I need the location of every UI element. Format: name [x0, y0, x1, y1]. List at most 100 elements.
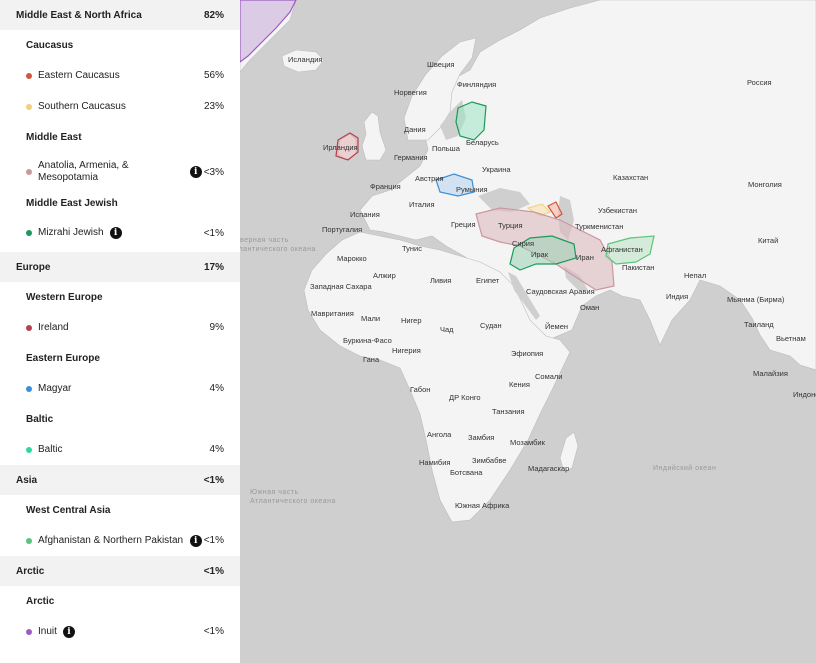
list-item-southern-caucasus[interactable]: Southern Caucasus 23% — [0, 91, 240, 122]
item-name: Magyar — [38, 382, 72, 394]
country-label: Испания — [350, 210, 380, 219]
country-label: Мавритания — [311, 309, 354, 318]
country-label: Мьянма (Бирма) — [727, 295, 785, 304]
item-percent: 9% — [209, 322, 224, 333]
country-label: Иран — [576, 253, 594, 262]
color-dot — [26, 628, 32, 635]
list-item-inuit[interactable]: Inuit i <1% — [0, 616, 240, 647]
country-label: Алжир — [373, 271, 396, 280]
country-label: Эфиопия — [511, 349, 543, 358]
country-label: Россия — [747, 78, 772, 87]
subgroup-eastern-europe: Eastern Europe — [26, 352, 100, 364]
color-dot — [26, 537, 32, 544]
country-label: Оман — [580, 303, 599, 312]
item-name: Anatolia, Armenia, & Mesopotamia — [38, 160, 129, 183]
list-item-ireland[interactable]: Ireland 9% — [0, 312, 240, 343]
country-label: Нигер — [401, 316, 422, 325]
country-label: Судан — [480, 321, 502, 330]
country-label: Замбия — [468, 433, 494, 442]
item-name: Mizrahi Jewish — [38, 227, 104, 238]
country-label: Чад — [440, 325, 454, 334]
country-label: Марокко — [337, 254, 367, 263]
country-label: Казахстан — [613, 173, 648, 182]
country-label: Западная Сахара — [310, 282, 372, 291]
ocean-label: Индийский океан — [653, 464, 716, 472]
item-percent: 23% — [203, 101, 224, 112]
region-row-asia[interactable]: Asia <1% — [0, 465, 240, 495]
country-label: Исландия — [288, 55, 322, 64]
country-label: Габон — [410, 385, 430, 394]
region-name: Arctic — [16, 565, 45, 577]
country-label: Мозамбик — [510, 438, 546, 447]
color-dot — [26, 446, 32, 453]
country-label: Норвегия — [394, 88, 427, 97]
item-percent: 56% — [203, 70, 224, 81]
item-name: Inuit — [38, 625, 57, 637]
world-map[interactable]: Исландия Швеция Финляндия Норвегия Дания… — [240, 0, 816, 663]
subgroup-caucasus: Caucasus — [26, 39, 74, 51]
country-label: Сирия — [512, 239, 534, 248]
country-label: Швеция — [427, 60, 455, 69]
country-label: Пакистан — [622, 263, 654, 272]
subgroup-baltic: Baltic — [26, 413, 54, 425]
info-icon[interactable]: i — [189, 534, 202, 547]
country-label: Германия — [394, 153, 428, 162]
country-label: Дания — [404, 125, 426, 134]
list-item-magyar[interactable]: Magyar 4% — [0, 373, 240, 404]
country-label: Китай — [758, 236, 778, 245]
country-label: Франция — [370, 182, 401, 191]
item-name: Ireland — [38, 321, 69, 333]
country-label: Индия — [666, 292, 688, 301]
country-label: Узбекистан — [598, 206, 637, 215]
country-label: Ливия — [430, 276, 451, 285]
country-label: Танзания — [492, 407, 525, 416]
country-label: Туркменистан — [575, 222, 623, 231]
list-item-anatolia[interactable]: Anatolia, Armenia, & Mesopotamia i <3% — [0, 152, 240, 192]
subgroup-arctic: Arctic — [26, 595, 55, 607]
color-dot — [26, 169, 32, 175]
item-percent: <1% — [203, 227, 224, 239]
country-label: Ангола — [427, 430, 452, 439]
list-item-baltic[interactable]: Baltic 4% — [0, 434, 240, 465]
info-icon[interactable]: i — [189, 166, 202, 178]
country-label: Таиланд — [744, 320, 774, 329]
item-name: Southern Caucasus — [38, 100, 126, 112]
country-label: Нигерия — [392, 346, 421, 355]
region-name: Middle East & North Africa — [16, 9, 142, 21]
color-dot — [26, 72, 32, 79]
country-label: Гана — [363, 355, 380, 364]
item-percent: <1% — [203, 535, 224, 546]
list-item-mizrahi-jewish[interactable]: Mizrahi Jewish i <1% — [0, 214, 240, 252]
country-label: Турция — [498, 221, 523, 230]
country-label: Монголия — [748, 180, 782, 189]
country-label: Саудовская Аравия — [526, 287, 595, 296]
country-label: Ирландия — [323, 143, 358, 152]
country-label: Намибия — [419, 458, 450, 467]
country-label: Беларусь — [466, 138, 499, 147]
country-label: Буркина-Фасо — [343, 336, 392, 345]
region-percent: 17% — [203, 261, 224, 273]
country-label: Румыния — [456, 185, 488, 194]
country-label: Тунис — [402, 244, 422, 253]
region-row-mena[interactable]: Middle East & North Africa 82% — [0, 0, 240, 30]
region-percent: 82% — [203, 9, 224, 21]
info-icon[interactable]: i — [109, 227, 122, 239]
subgroup-west-central-asia: West Central Asia — [26, 504, 111, 516]
country-label: Польша — [432, 144, 461, 153]
country-label: Сомали — [535, 372, 562, 381]
country-label: Греция — [451, 220, 476, 229]
list-item-afghanistan[interactable]: Afghanistan & Northern Pakistan i <1% — [0, 525, 240, 556]
country-label: Вьетнам — [776, 334, 806, 343]
subgroup-middle-east: Middle East — [26, 131, 82, 143]
item-name: Baltic — [38, 443, 63, 455]
color-dot — [26, 103, 32, 110]
country-label: Австрия — [415, 174, 444, 183]
color-dot — [26, 230, 32, 236]
region-percent: <1% — [203, 565, 224, 577]
list-item-eastern-caucasus[interactable]: Eastern Caucasus 56% — [0, 60, 240, 91]
region-row-arctic[interactable]: Arctic <1% — [0, 556, 240, 586]
region-row-europe[interactable]: Europe 17% — [0, 252, 240, 282]
item-percent: <1% — [203, 626, 224, 637]
info-icon[interactable]: i — [62, 625, 75, 638]
region-name: Europe — [16, 261, 51, 273]
